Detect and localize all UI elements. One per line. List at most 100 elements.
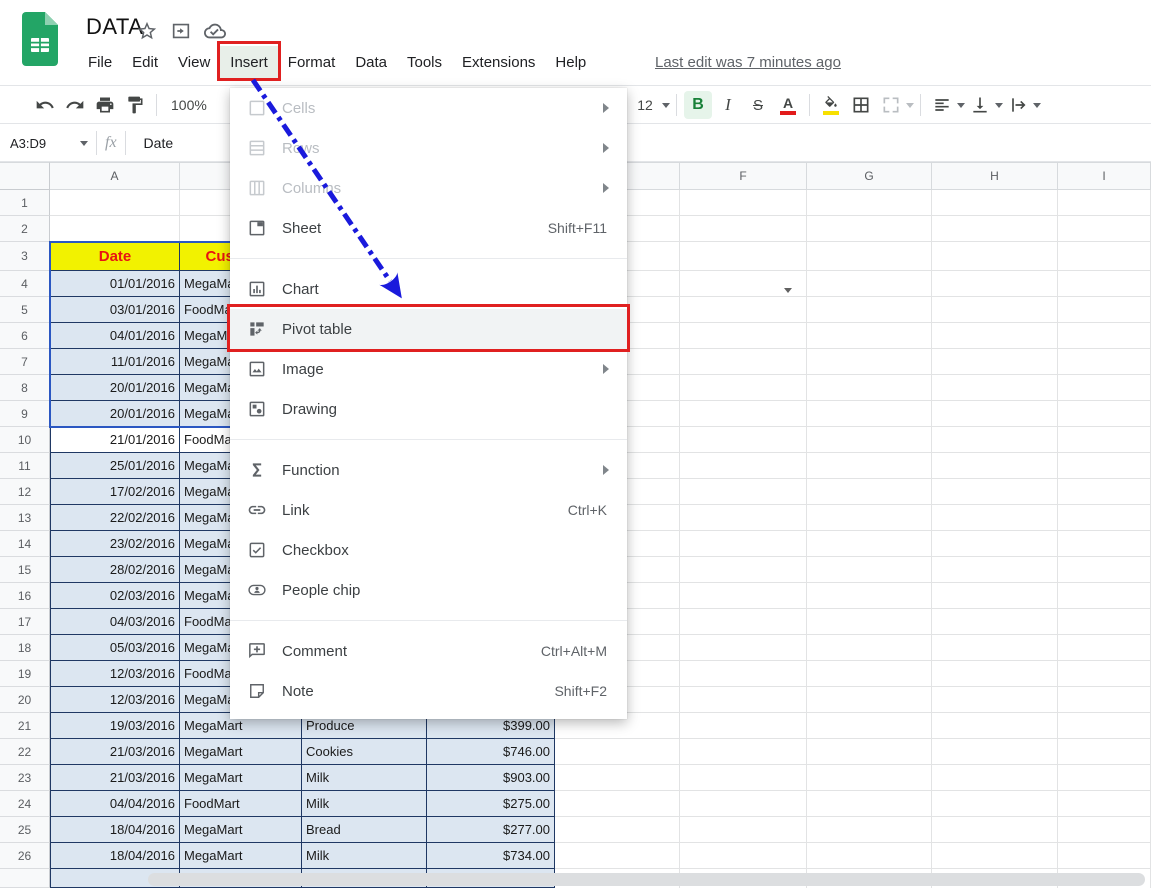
menu-item-file[interactable]: File bbox=[78, 46, 122, 79]
row-header-13[interactable]: 13 bbox=[0, 505, 50, 531]
cell-D22[interactable]: $746.00 bbox=[427, 739, 555, 765]
cell-A24[interactable]: 04/04/2016 bbox=[50, 791, 180, 817]
select-all-corner[interactable] bbox=[0, 162, 50, 190]
row-header-20[interactable]: 20 bbox=[0, 687, 50, 713]
cell-D26[interactable]: $734.00 bbox=[427, 843, 555, 869]
cell-C23[interactable]: Milk bbox=[302, 765, 427, 791]
insert-menu-item-image[interactable]: Image bbox=[230, 349, 627, 389]
column-header-H[interactable]: H bbox=[932, 162, 1058, 190]
cell-A18[interactable]: 05/03/2016 bbox=[50, 635, 180, 661]
horizontal-scrollbar[interactable] bbox=[148, 873, 1145, 886]
insert-menu-item-drawing[interactable]: Drawing bbox=[230, 389, 627, 429]
cell-A7[interactable]: 11/01/2016 bbox=[50, 349, 180, 375]
row-header-17[interactable]: 17 bbox=[0, 609, 50, 635]
row-header-9[interactable]: 9 bbox=[0, 401, 50, 427]
cell-B23[interactable]: MegaMart bbox=[180, 765, 302, 791]
print-icon[interactable] bbox=[90, 91, 120, 119]
cell-A6[interactable]: 04/01/2016 bbox=[50, 323, 180, 349]
move-folder-icon[interactable] bbox=[170, 20, 192, 42]
row-header-7[interactable]: 7 bbox=[0, 349, 50, 375]
row-header-4[interactable]: 4 bbox=[0, 271, 50, 297]
row-header-14[interactable]: 14 bbox=[0, 531, 50, 557]
insert-menu-item-sheet[interactable]: SheetShift+F11 bbox=[230, 208, 627, 248]
star-icon[interactable] bbox=[136, 20, 158, 42]
menu-item-view[interactable]: View bbox=[168, 46, 220, 79]
cell-B26[interactable]: MegaMart bbox=[180, 843, 302, 869]
column-header-G[interactable]: G bbox=[807, 162, 932, 190]
borders-icon[interactable] bbox=[846, 91, 876, 119]
cell-D24[interactable]: $275.00 bbox=[427, 791, 555, 817]
vertical-align-icon[interactable] bbox=[965, 91, 995, 119]
row-header-22[interactable]: 22 bbox=[0, 739, 50, 765]
paint-format-icon[interactable] bbox=[120, 91, 150, 119]
cell-A21[interactable]: 19/03/2016 bbox=[50, 713, 180, 739]
row-header-6[interactable]: 6 bbox=[0, 323, 50, 349]
cell-A10[interactable]: 21/01/2016 bbox=[50, 427, 180, 453]
cell-A19[interactable]: 12/03/2016 bbox=[50, 661, 180, 687]
name-box[interactable]: A3:D9 bbox=[10, 136, 80, 151]
insert-menu-item-people-chip[interactable]: People chip bbox=[230, 570, 627, 610]
cell-A17[interactable]: 04/03/2016 bbox=[50, 609, 180, 635]
row-header-18[interactable]: 18 bbox=[0, 635, 50, 661]
cell-A23[interactable]: 21/03/2016 bbox=[50, 765, 180, 791]
dropdown-arrow[interactable] bbox=[784, 280, 792, 298]
document-title[interactable]: DATA bbox=[86, 14, 143, 40]
cloud-saved-icon[interactable] bbox=[204, 20, 226, 42]
chevron-down-icon[interactable] bbox=[957, 103, 965, 108]
menu-item-data[interactable]: Data bbox=[345, 46, 397, 79]
row-header-11[interactable]: 11 bbox=[0, 453, 50, 479]
column-header-I[interactable]: I bbox=[1058, 162, 1151, 190]
row-header-27[interactable] bbox=[0, 869, 50, 888]
cell-A11[interactable]: 25/01/2016 bbox=[50, 453, 180, 479]
cell-D23[interactable]: $903.00 bbox=[427, 765, 555, 791]
row-header-12[interactable]: 12 bbox=[0, 479, 50, 505]
row-header-2[interactable]: 2 bbox=[0, 216, 50, 242]
zoom-select[interactable]: 100% bbox=[171, 97, 207, 113]
insert-menu-item-columns[interactable]: Columns bbox=[230, 168, 627, 208]
bold-icon[interactable]: B bbox=[683, 91, 713, 119]
undo-icon[interactable] bbox=[30, 91, 60, 119]
insert-menu-item-chart[interactable]: Chart bbox=[230, 269, 627, 309]
insert-menu-item-function[interactable]: Function bbox=[230, 450, 627, 490]
menu-item-edit[interactable]: Edit bbox=[122, 46, 168, 79]
cell-A13[interactable]: 22/02/2016 bbox=[50, 505, 180, 531]
menu-item-extensions[interactable]: Extensions bbox=[452, 46, 545, 79]
insert-menu-item-note[interactable]: NoteShift+F2 bbox=[230, 671, 627, 711]
row-header-8[interactable]: 8 bbox=[0, 375, 50, 401]
insert-menu-item-pivot-table[interactable]: Pivot table bbox=[230, 309, 627, 349]
cell-B25[interactable]: MegaMart bbox=[180, 817, 302, 843]
column-header-A[interactable]: A bbox=[50, 162, 180, 190]
cell-B22[interactable]: MegaMart bbox=[180, 739, 302, 765]
cell-C24[interactable]: Milk bbox=[302, 791, 427, 817]
redo-icon[interactable] bbox=[60, 91, 90, 119]
row-header-1[interactable]: 1 bbox=[0, 190, 50, 216]
text-color-icon[interactable]: A bbox=[773, 91, 803, 119]
menu-item-insert[interactable]: Insert bbox=[220, 46, 278, 79]
cell-A12[interactable]: 17/02/2016 bbox=[50, 479, 180, 505]
formula-input[interactable]: Date bbox=[144, 135, 174, 151]
menu-item-help[interactable]: Help bbox=[545, 46, 596, 79]
chevron-down-icon[interactable] bbox=[995, 103, 1003, 108]
cell-A14[interactable]: 23/02/2016 bbox=[50, 531, 180, 557]
chevron-down-icon[interactable] bbox=[662, 103, 670, 108]
cell-A8[interactable]: 20/01/2016 bbox=[50, 375, 180, 401]
cell-C26[interactable]: Milk bbox=[302, 843, 427, 869]
cell-C22[interactable]: Cookies bbox=[302, 739, 427, 765]
cell-C25[interactable]: Bread bbox=[302, 817, 427, 843]
italic-icon[interactable]: I bbox=[713, 91, 743, 119]
cell-B24[interactable]: FoodMart bbox=[180, 791, 302, 817]
row-header-16[interactable]: 16 bbox=[0, 583, 50, 609]
column-header-F[interactable]: F bbox=[680, 162, 807, 190]
cell-A16[interactable]: 02/03/2016 bbox=[50, 583, 180, 609]
menu-item-tools[interactable]: Tools bbox=[397, 46, 452, 79]
row-header-26[interactable]: 26 bbox=[0, 843, 50, 869]
chevron-down-icon[interactable] bbox=[80, 141, 88, 146]
cell-A3[interactable]: Date bbox=[50, 242, 180, 271]
cell-A22[interactable]: 21/03/2016 bbox=[50, 739, 180, 765]
fill-color-icon[interactable] bbox=[816, 91, 846, 119]
cell-D25[interactable]: $277.00 bbox=[427, 817, 555, 843]
row-header-15[interactable]: 15 bbox=[0, 557, 50, 583]
cell-A5[interactable]: 03/01/2016 bbox=[50, 297, 180, 323]
text-rotation-icon[interactable] bbox=[1003, 91, 1033, 119]
font-size-select[interactable]: 12 bbox=[628, 97, 662, 113]
